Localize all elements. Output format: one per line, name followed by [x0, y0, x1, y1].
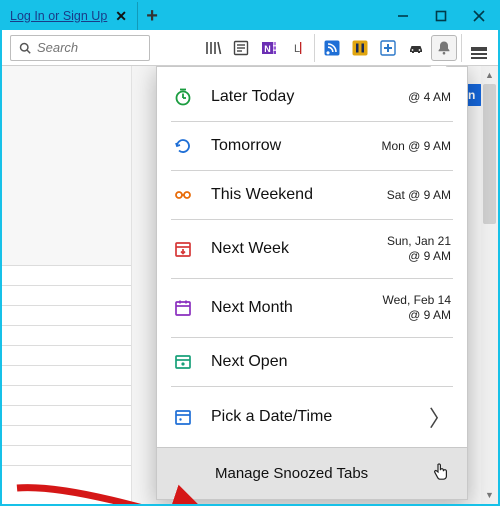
search-icon	[19, 41, 31, 55]
onenote-icon: N	[260, 39, 278, 57]
snooze-menu-list: Later Today @ 4 AM Tomorrow Mon @ 9 AM T…	[157, 67, 467, 447]
svg-text:N: N	[264, 44, 271, 54]
maximize-icon	[435, 10, 447, 22]
snooze-option-label: Pick a Date/Time	[211, 408, 411, 426]
titlebar-spacer	[166, 2, 384, 30]
snooze-dropdown: Later Today @ 4 AM Tomorrow Mon @ 9 AM T…	[156, 66, 468, 500]
close-icon	[473, 10, 485, 22]
snooze-option-label: Next Month	[211, 299, 365, 317]
feed-button[interactable]	[319, 35, 345, 61]
manage-snoozed-label: Manage Snoozed Tabs	[215, 465, 368, 482]
calendar-plus-icon	[173, 407, 193, 427]
snooze-option-tomorrow[interactable]: Tomorrow Mon @ 9 AM	[171, 122, 453, 171]
new-tab-button[interactable]: +	[138, 2, 166, 30]
tab-title: Log In or Sign Up	[10, 9, 107, 23]
lastpass-icon: L	[288, 39, 306, 57]
toolbar-icons: N L	[200, 34, 492, 62]
car-icon	[407, 39, 425, 57]
car-button[interactable]	[403, 35, 429, 61]
library-icon	[204, 39, 222, 57]
library-button[interactable]	[200, 35, 226, 61]
scroll-up-button[interactable]: ▲	[481, 66, 498, 84]
scroll-thumb[interactable]	[483, 84, 496, 224]
calendar-page-icon	[173, 298, 193, 318]
reader-icon	[232, 39, 250, 57]
media-button[interactable]	[347, 35, 373, 61]
browser-dot-icon	[173, 352, 193, 372]
content-area: in ▲ ▼ Later Today @ 4 AM	[2, 66, 498, 504]
snooze-option-label: Next Open	[211, 353, 433, 371]
reader-button[interactable]	[228, 35, 254, 61]
feed-icon	[323, 39, 341, 57]
search-input[interactable]	[37, 40, 141, 55]
snooze-option-label: Next Week	[211, 240, 369, 258]
scroll-track[interactable]	[481, 84, 498, 486]
snooze-option-time: Sun, Jan 21 @ 9 AM	[387, 234, 451, 264]
snooze-option-label: Later Today	[211, 88, 390, 106]
vertical-scrollbar[interactable]: ▲ ▼	[481, 66, 498, 504]
addon-button[interactable]	[375, 35, 401, 61]
page-background-lines	[2, 66, 132, 504]
toolbar-divider	[314, 34, 315, 62]
snooze-option-next-open[interactable]: Next Open	[171, 338, 453, 387]
lastpass-button[interactable]: L	[284, 35, 310, 61]
window-close-button[interactable]	[460, 2, 498, 30]
snooze-option-next-week[interactable]: Next Week Sun, Jan 21 @ 9 AM	[171, 220, 453, 279]
arrow-clockwise-icon	[173, 136, 193, 156]
minimize-icon	[397, 10, 409, 22]
tab-active[interactable]: Log In or Sign Up ✕	[2, 2, 138, 30]
snooze-option-this-weekend[interactable]: This Weekend Sat @ 9 AM	[171, 171, 453, 220]
snooze-option-label: This Weekend	[211, 186, 369, 204]
titlebar: Log In or Sign Up ✕ +	[2, 2, 498, 30]
snooze-option-time: Mon @ 9 AM	[381, 139, 451, 154]
bell-icon	[435, 39, 453, 57]
snooze-tabs-button[interactable]	[431, 35, 457, 61]
timer-icon	[173, 87, 193, 107]
calendar-down-icon	[173, 239, 193, 259]
svg-text:L: L	[294, 43, 300, 55]
snooze-option-time: Sat @ 9 AM	[387, 188, 451, 203]
snooze-option-label: Tomorrow	[211, 137, 363, 155]
window-minimize-button[interactable]	[384, 2, 422, 30]
window-maximize-button[interactable]	[422, 2, 460, 30]
snooze-option-pick-date[interactable]: Pick a Date/Time 〉	[171, 387, 453, 447]
chevron-right-icon: 〉	[429, 401, 451, 433]
media-icon	[351, 39, 369, 57]
manage-snoozed-tabs[interactable]: Manage Snoozed Tabs	[157, 447, 467, 499]
tab-close-button[interactable]: ✕	[113, 8, 129, 25]
search-box[interactable]	[10, 35, 150, 61]
onenote-button[interactable]: N	[256, 35, 282, 61]
snooze-option-later-today[interactable]: Later Today @ 4 AM	[171, 73, 453, 122]
browser-window: Log In or Sign Up ✕ + N	[0, 0, 500, 506]
app-menu-button[interactable]	[466, 35, 492, 61]
snooze-option-time: Wed, Feb 14 @ 9 AM	[383, 293, 451, 323]
toolbar-divider-2	[461, 34, 462, 62]
scroll-down-button[interactable]: ▼	[481, 486, 498, 504]
hamburger-icon	[471, 47, 487, 49]
toolbar: N L	[2, 30, 498, 66]
snooze-option-next-month[interactable]: Next Month Wed, Feb 14 @ 9 AM	[171, 279, 453, 338]
snooze-option-time: @ 4 AM	[408, 90, 451, 105]
pointer-cursor-icon	[431, 462, 449, 485]
sunglasses-icon	[173, 185, 193, 205]
addon-plus-icon	[379, 39, 397, 57]
